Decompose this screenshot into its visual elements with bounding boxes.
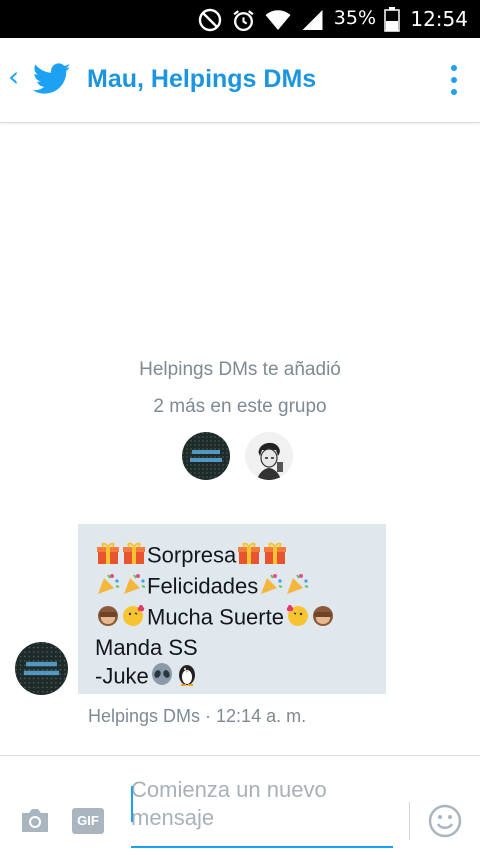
gif-button[interactable]: GIF <box>72 808 104 834</box>
status-bar: 35% 12:54 <box>0 0 480 38</box>
alarm-icon <box>233 10 254 32</box>
dnd-icon <box>198 8 222 32</box>
message-line-3: Mucha Suerte <box>95 603 386 634</box>
participant-avatar-helpings[interactable] <box>182 432 230 480</box>
message-line-4: Manda SS <box>95 635 198 660</box>
message-input[interactable]: Comienza un nuevo mensaje <box>131 776 393 848</box>
smiley-icon[interactable] <box>428 804 462 838</box>
wifi-icon <box>265 10 291 30</box>
twitter-bird-icon[interactable] <box>33 63 71 95</box>
app-bar: ‹ Mau, Helpings DMs <box>0 38 480 123</box>
gift-icon <box>122 541 146 572</box>
input-placeholder-line1: Comienza un nuevo <box>131 777 327 802</box>
conversation-title: Mau, Helpings DMs <box>87 65 317 93</box>
message-bubble[interactable]: Sorpresa Felicidades Mucha Suerte Manda … <box>78 524 386 694</box>
battery-percent: 35% <box>333 7 376 29</box>
system-message-line2: 2 más en este grupo <box>153 396 327 417</box>
battery-icon <box>384 7 400 32</box>
message-text-5: -Juke <box>95 663 149 689</box>
message-meta: Helpings DMs · 12:14 a. m. <box>88 706 307 726</box>
gift-icon <box>96 541 120 572</box>
party-popper-icon <box>96 572 120 603</box>
penguin-icon <box>176 662 198 693</box>
signal-icon <box>302 10 323 30</box>
party-popper-icon <box>122 572 146 603</box>
message-text-2: Felicidades <box>147 573 259 599</box>
composer-bar: GIF Comienza un nuevo mensaje <box>0 755 480 855</box>
sender-avatar[interactable] <box>15 642 68 695</box>
see-no-evil-monkey-icon <box>96 603 120 634</box>
message-line-1: Sorpresa <box>95 541 386 572</box>
party-popper-icon <box>285 572 309 603</box>
clock: 12:54 <box>410 7 468 31</box>
divider <box>409 802 410 840</box>
party-popper-icon <box>259 572 283 603</box>
more-vertical-icon[interactable] <box>442 62 466 98</box>
kissing-heart-icon <box>285 603 309 634</box>
camera-icon[interactable] <box>19 806 51 834</box>
kissing-heart-icon <box>122 603 146 634</box>
gift-icon <box>263 541 287 572</box>
system-message-line1: Helpings DMs te añadió <box>139 359 341 380</box>
participant-avatar-person[interactable] <box>245 432 293 480</box>
text-cursor <box>131 786 133 822</box>
see-no-evil-monkey-icon <box>311 603 335 634</box>
chevron-left-icon[interactable]: ‹ <box>8 62 19 92</box>
alien-icon <box>150 662 174 693</box>
message-text-3: Mucha Suerte <box>147 604 284 630</box>
message-text-1: Sorpresa <box>147 542 237 568</box>
message-line-2: Felicidades <box>95 572 386 603</box>
message-line-5: -Juke <box>95 662 386 693</box>
input-placeholder-line2: mensaje <box>131 805 215 830</box>
gift-icon <box>237 541 261 572</box>
